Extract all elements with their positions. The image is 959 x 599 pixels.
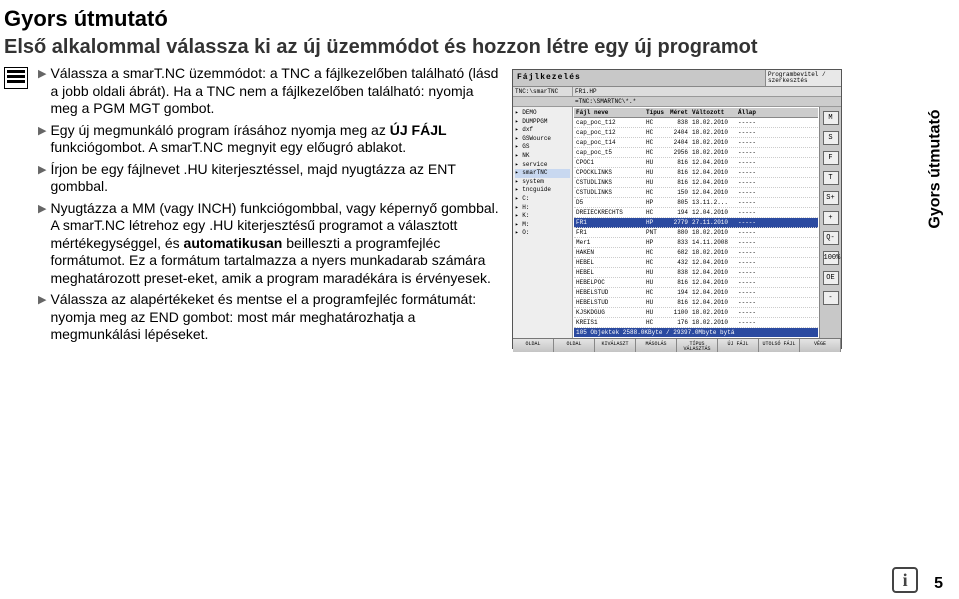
side-button[interactable]: OE (823, 271, 839, 285)
status-bar: 105 Objektek 2588.0KByte / 29397.0Mbyte … (574, 328, 818, 337)
page-subtitle: Első alkalommal válassza ki az új üzemmó… (0, 34, 959, 65)
file-row[interactable]: HEBELHC43212.04.2010----- (574, 258, 818, 268)
side-button[interactable]: T (823, 171, 839, 185)
tree-item[interactable]: ▸ DUMPPGM (515, 118, 570, 127)
mode-icon-column (4, 65, 32, 89)
file-row[interactable]: HEBELSTUDHC19412.04.2010----- (574, 288, 818, 298)
side-button[interactable]: - (823, 291, 839, 305)
file-row[interactable]: FR1HP277927.11.2010----- (574, 218, 818, 228)
bullet-3: ▶ Írjon be egy fájlnevet .HU kiterjeszté… (38, 161, 502, 196)
file-row[interactable]: DREIECKRECHTSHC19412.04.2010----- (574, 208, 818, 218)
file-row[interactable]: cap_poc_t12HC240418.02.2010----- (574, 128, 818, 138)
tree-item[interactable]: ▸ H: (515, 204, 570, 213)
side-buttons[interactable]: MSFT S+ + Q- 100% OE - (819, 107, 841, 338)
file-row[interactable]: HEBELHU83812.04.2010----- (574, 268, 818, 278)
col-name: Fájl neve (574, 108, 644, 117)
path-left: TNC:\smarTNC (513, 87, 573, 96)
t-bold: ÚJ FÁJL (390, 122, 447, 138)
side-button[interactable]: S (823, 131, 839, 145)
col-status: Állap (736, 108, 818, 117)
col-type: Típus (644, 108, 664, 117)
softkey-bar[interactable]: OLDALOLDALKIVÁLASZTMÁSOLÁSTÍPUS VÁLASZTÁ… (513, 338, 841, 352)
tree-item[interactable]: ▸ M: (515, 221, 570, 230)
bullet-marker-icon: ▶ (38, 161, 50, 178)
softkey[interactable]: ÚJ FÁJL (718, 339, 759, 352)
softkey[interactable]: OLDAL (513, 339, 554, 352)
softkey[interactable]: OLDAL (554, 339, 595, 352)
bullet-text: Nyugtázza a MM (vagy INCH) funkciógombba… (50, 200, 502, 288)
file-row[interactable]: HEBELSTUDHU81612.04.2010----- (574, 298, 818, 308)
tree-item[interactable]: ▸ O: (515, 229, 570, 238)
file-row[interactable]: D5HP80513.11.2...----- (574, 198, 818, 208)
tab-strip: =TNC:\SMARTNC\*.* (513, 97, 841, 107)
mode-panel: Programbevitel / szerkesztés (765, 70, 841, 86)
folder-tree[interactable]: ▸ DEMO▸ DUMPPGM▸ dxf▸ GSWource▸ GS▸ NK▸ … (513, 107, 573, 338)
file-row[interactable]: cap_poc_t14HC240418.02.2010----- (574, 138, 818, 148)
bullet-text: Egy új megmunkáló program írásához nyomj… (50, 122, 502, 157)
bullet-marker-icon: ▶ (38, 291, 50, 308)
side-button[interactable]: + (823, 211, 839, 225)
side-button[interactable]: F (823, 151, 839, 165)
tree-item[interactable]: ▸ GSWource (515, 135, 570, 144)
file-row[interactable]: KREIS1HC17618.02.2010----- (574, 318, 818, 328)
bullet-marker-icon: ▶ (38, 122, 50, 139)
file-row[interactable]: CSTUDLINKSHC15012.04.2010----- (574, 188, 818, 198)
file-row[interactable]: HEBELPOCHU81612.04.2010----- (574, 278, 818, 288)
file-row[interactable]: KJSKDGUGHU110018.02.2010----- (574, 308, 818, 318)
t-bold: automatikusan (184, 235, 283, 251)
tree-item[interactable]: ▸ dxf (515, 126, 570, 135)
instruction-list: ▶ Válassza a smarT.NC üzemmódot: a TNC a… (32, 65, 502, 348)
tree-item[interactable]: ▸ service (515, 161, 570, 170)
page-number: 5 (934, 575, 943, 593)
bullet-text: Válassza a smarT.NC üzemmódot: a TNC a f… (50, 65, 502, 118)
tree-item[interactable]: ▸ smarTNC (515, 169, 570, 178)
file-row[interactable]: cap_poc_t5HC295618.02.2010----- (574, 148, 818, 158)
bullet-1: ▶ Válassza a smarT.NC üzemmódot: a TNC a… (38, 65, 502, 118)
bullet-4: ▶ Nyugtázza a MM (vagy INCH) funkciógomb… (38, 200, 502, 288)
file-row[interactable]: cap_poc_t12HC83818.02.2010----- (574, 118, 818, 128)
bullet-marker-icon: ▶ (38, 200, 50, 217)
bullet-marker-icon: ▶ (38, 65, 50, 82)
side-button[interactable]: M (823, 111, 839, 125)
tree-item[interactable]: ▸ tncguide (515, 186, 570, 195)
side-button[interactable]: Q- (823, 231, 839, 245)
col-size: Méret (664, 108, 690, 117)
info-icon: i (892, 567, 918, 593)
screenshot-column: Fájlkezelés Programbevitel / szerkesztés… (502, 65, 842, 349)
list-header: Fájl neve Típus Méret Változott Állap (574, 108, 818, 118)
file-row[interactable]: HAKENHC68218.02.2010----- (574, 248, 818, 258)
file-row[interactable]: CPOCKLINKSHU81612.04.2010----- (574, 168, 818, 178)
file-list[interactable]: Fájl neve Típus Méret Változott Állap ca… (573, 107, 819, 338)
softkey[interactable]: VÉGE (800, 339, 841, 352)
t: Egy új megmunkáló program írásához nyomj… (50, 122, 389, 138)
col-date: Változott (690, 108, 736, 117)
bullet-2: ▶ Egy új megmunkáló program írásához nyo… (38, 122, 502, 157)
tree-item[interactable]: ▸ K: (515, 212, 570, 221)
file-row[interactable]: CSTUDLINKSHU81612.04.2010----- (574, 178, 818, 188)
page-title: Gyors útmutató (0, 0, 959, 34)
file-row[interactable]: FR1PNT88018.02.2010----- (574, 228, 818, 238)
file-row[interactable]: Mer1HP83314.11.2008----- (574, 238, 818, 248)
tree-item[interactable]: ▸ C: (515, 195, 570, 204)
softkey[interactable]: TÍPUS VÁLASZTÁS (677, 339, 718, 352)
t: funkciógombot. A smarT.NC megnyit egy el… (50, 139, 406, 155)
side-button[interactable]: S+ (823, 191, 839, 205)
tree-item[interactable]: ▸ DEMO (515, 109, 570, 118)
softkey[interactable]: UTOLSÓ FÁJL (759, 339, 800, 352)
softkey[interactable]: KIVÁLASZT (595, 339, 636, 352)
menu-icon (4, 67, 28, 89)
tree-item[interactable]: ▸ system (515, 178, 570, 187)
tree-item[interactable]: ▸ NK (515, 152, 570, 161)
bullet-text: Írjon be egy fájlnevet .HU kiterjesztéss… (50, 161, 502, 196)
side-button[interactable]: 100% (823, 251, 839, 265)
file-manager-screenshot: Fájlkezelés Programbevitel / szerkesztés… (512, 69, 842, 349)
window-title: Fájlkezelés (513, 70, 765, 86)
bullet-5: ▶ Válassza az alapértékeket és mentse el… (38, 291, 502, 344)
bullet-text: Válassza az alapértékeket és mentse el a… (50, 291, 502, 344)
margin-tab-label: Gyors útmutató (926, 109, 944, 228)
file-row[interactable]: CPOC1HU81612.04.2010----- (574, 158, 818, 168)
path-right: FR1.HP (573, 87, 841, 96)
softkey[interactable]: MÁSOLÁS (636, 339, 677, 352)
tree-item[interactable]: ▸ GS (515, 143, 570, 152)
